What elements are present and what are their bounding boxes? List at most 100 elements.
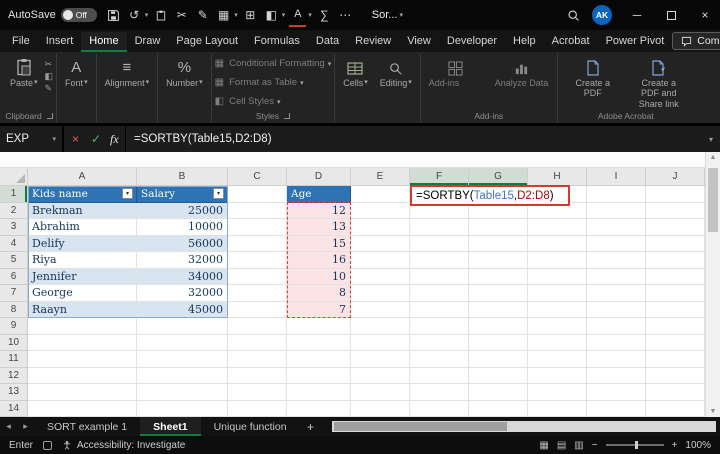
cell-H9[interactable]: [528, 318, 587, 335]
format-painter-icon[interactable]: ✎: [194, 3, 211, 27]
column-header-B[interactable]: B: [137, 168, 228, 186]
cells-group-button[interactable]: Cells ▾: [338, 55, 373, 88]
cell-I12[interactable]: [587, 367, 646, 384]
sheet-nav-left-icon[interactable]: ◂: [0, 417, 17, 436]
age-header-cell[interactable]: Age: [287, 186, 351, 203]
cell-I3[interactable]: [587, 219, 646, 236]
cell-G12[interactable]: [469, 367, 528, 384]
cell-A10[interactable]: [28, 334, 137, 351]
filter-dropdown-icon[interactable]: ▾: [122, 188, 133, 200]
conditional-formatting-button[interactable]: ▦ Conditional Formatting ▾: [215, 55, 332, 72]
font-color-icon[interactable]: A: [289, 3, 307, 27]
horizontal-scrollbar[interactable]: [331, 421, 716, 432]
cell-B9[interactable]: [137, 318, 228, 335]
cell-H4[interactable]: [528, 235, 587, 252]
cell-J9[interactable]: [646, 318, 705, 335]
cell-J4[interactable]: [646, 235, 705, 252]
cell-I4[interactable]: [587, 235, 646, 252]
cell-H14[interactable]: [528, 400, 587, 417]
cell-H3[interactable]: [528, 219, 587, 236]
cell-J3[interactable]: [646, 219, 705, 236]
cell-D9[interactable]: [287, 318, 351, 335]
cell-J13[interactable]: [646, 384, 705, 401]
cell-C1[interactable]: [228, 186, 287, 203]
cell-D2[interactable]: 12: [287, 202, 351, 219]
zoom-slider[interactable]: [605, 441, 664, 449]
cell-I10[interactable]: [587, 334, 646, 351]
borders-dropdown-icon[interactable]: ▾: [234, 11, 238, 19]
cell-C8[interactable]: [228, 301, 287, 318]
editing-group-button[interactable]: Editing ▾: [375, 55, 417, 88]
macro-record-icon[interactable]: [42, 440, 52, 450]
cell-J14[interactable]: [646, 400, 705, 417]
cell-I11[interactable]: [587, 351, 646, 368]
normal-view-icon[interactable]: ▦: [539, 440, 548, 451]
cell-D11[interactable]: [287, 351, 351, 368]
cell-E8[interactable]: [351, 301, 410, 318]
column-header-G[interactable]: G: [469, 168, 528, 186]
cell-B2[interactable]: 25000: [137, 202, 228, 219]
sheet-tab-sheet1[interactable]: Sheet1: [140, 417, 201, 436]
cell-B4[interactable]: 56000: [137, 235, 228, 252]
cell-C14[interactable]: [228, 400, 287, 417]
table-header-kids-name[interactable]: Kids name ▾: [28, 186, 137, 203]
formula-bar-expand-icon[interactable]: ▾: [702, 135, 720, 144]
cell-B8[interactable]: 45000: [137, 301, 228, 318]
format-as-table-button[interactable]: ▦ Format as Table ▾: [215, 74, 304, 91]
dialog-launcher-icon[interactable]: [46, 113, 53, 119]
cell-D8[interactable]: 7: [287, 301, 351, 318]
cell-F13[interactable]: [410, 384, 469, 401]
row-header-4[interactable]: 4: [0, 235, 28, 252]
cell-A14[interactable]: [28, 400, 137, 417]
column-header-D[interactable]: D: [287, 168, 351, 186]
format-painter-icon[interactable]: ✎: [45, 83, 54, 94]
cell-J11[interactable]: [646, 351, 705, 368]
cell-F6[interactable]: [410, 268, 469, 285]
cell-B6[interactable]: 34000: [137, 268, 228, 285]
undo-icon[interactable]: ↺: [126, 3, 143, 27]
copy-icon[interactable]: ◧: [45, 71, 54, 82]
undo-dropdown-icon[interactable]: ▾: [145, 11, 149, 19]
cell-E10[interactable]: [351, 334, 410, 351]
row-header-6[interactable]: 6: [0, 268, 28, 285]
horizontal-scrollbar-thumb[interactable]: [333, 422, 507, 431]
row-header-13[interactable]: 13: [0, 384, 28, 401]
cell-E13[interactable]: [351, 384, 410, 401]
comments-button[interactable]: Comments: [672, 32, 720, 50]
cell-E3[interactable]: [351, 219, 410, 236]
cell-A9[interactable]: [28, 318, 137, 335]
cell-I5[interactable]: [587, 252, 646, 269]
cell-E7[interactable]: [351, 285, 410, 302]
cell-styles-button[interactable]: ◧ Cell Styles ▾: [215, 93, 281, 110]
cell-H11[interactable]: [528, 351, 587, 368]
cell-A13[interactable]: [28, 384, 137, 401]
cell-A4[interactable]: Delify: [28, 235, 137, 252]
cell-C10[interactable]: [228, 334, 287, 351]
cell-A6[interactable]: Jennifer: [28, 268, 137, 285]
cell-A5[interactable]: Riya: [28, 252, 137, 269]
tab-power-pivot[interactable]: Power Pivot: [598, 32, 673, 52]
row-header-11[interactable]: 11: [0, 351, 28, 368]
cell-C4[interactable]: [228, 235, 287, 252]
cell-C12[interactable]: [228, 367, 287, 384]
font-color-dropdown-icon[interactable]: ▾: [308, 11, 312, 19]
row-header-1[interactable]: 1: [0, 186, 28, 203]
name-box-dropdown-icon[interactable]: ▾: [52, 135, 56, 143]
row-header-12[interactable]: 12: [0, 367, 28, 384]
cell-A12[interactable]: [28, 367, 137, 384]
cell-D7[interactable]: 8: [287, 285, 351, 302]
number-group-button[interactable]: % Number ▾: [161, 55, 208, 88]
cell-F8[interactable]: [410, 301, 469, 318]
cell-F4[interactable]: [410, 235, 469, 252]
cut-icon[interactable]: ✂: [173, 3, 190, 27]
cell-H8[interactable]: [528, 301, 587, 318]
cell-A2[interactable]: Brekman: [28, 202, 137, 219]
cell-G7[interactable]: [469, 285, 528, 302]
cell-G14[interactable]: [469, 400, 528, 417]
fill-color-icon[interactable]: ◧: [263, 3, 280, 27]
tab-formulas[interactable]: Formulas: [246, 32, 308, 52]
column-header-J[interactable]: J: [646, 168, 705, 186]
addins-button[interactable]: Add-ins: [424, 55, 488, 88]
cell-E6[interactable]: [351, 268, 410, 285]
tab-help[interactable]: Help: [505, 32, 544, 52]
